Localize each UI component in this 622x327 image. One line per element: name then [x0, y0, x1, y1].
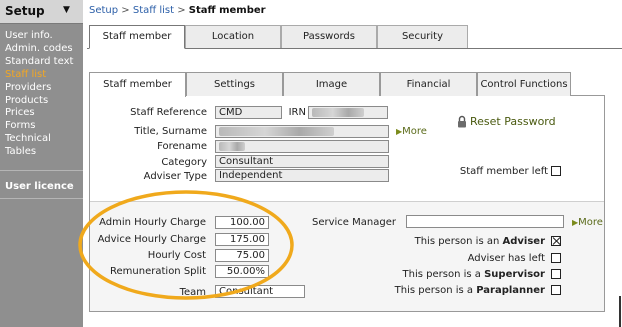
sidebar-item-providers[interactable]: Providers — [5, 82, 73, 95]
breadcrumb-separator: > — [118, 5, 133, 16]
adviser-type-select[interactable]: Independent — [215, 169, 389, 182]
supervisor-role-name: Supervisor — [484, 269, 545, 280]
adviser-type-label: Adviser Type — [143, 171, 207, 182]
adviser-role-name: Adviser — [502, 236, 545, 247]
sidebar-item-prices[interactable]: Prices — [5, 107, 73, 120]
sidebar-item-staff-list[interactable]: Staff list — [5, 69, 73, 82]
subtab-staff-member[interactable]: Staff member — [89, 72, 186, 97]
sidebar-item-tables[interactable]: Tables — [5, 146, 73, 159]
advice-hourly-charge-field[interactable]: 175.00 — [215, 233, 269, 246]
paraplanner-checkbox[interactable] — [551, 285, 561, 295]
forename-field[interactable] — [215, 140, 389, 153]
redacted-value — [312, 108, 364, 117]
supervisor-role-prefix: This person is a — [402, 269, 485, 280]
breadcrumb-setup-link[interactable]: Setup — [89, 5, 118, 16]
tab-passwords[interactable]: Passwords — [281, 25, 377, 48]
sidebar-item-standard-text[interactable]: Standard text — [5, 56, 73, 69]
tab-security[interactable]: Security — [377, 25, 468, 48]
team-label: Team — [179, 287, 206, 298]
title-surname-field[interactable] — [215, 125, 389, 138]
subtab-settings[interactable]: Settings — [186, 72, 283, 96]
staff-reference-field[interactable]: CMD — [215, 106, 282, 119]
staff-reference-label: Staff Reference — [130, 107, 207, 118]
irn-label: IRN — [288, 107, 306, 118]
redacted-value — [219, 127, 334, 136]
service-manager-more-link[interactable]: ▶More — [572, 217, 603, 228]
category-select[interactable]: Consultant — [215, 155, 389, 168]
service-manager-field[interactable] — [406, 215, 564, 228]
sidebar-item-user-licence[interactable]: User licence — [5, 181, 74, 192]
supervisor-checkbox[interactable] — [551, 269, 561, 279]
sidebar: Setup ▼ User info. Admin. codes Standard… — [0, 0, 83, 327]
adviser-checkbox[interactable] — [551, 236, 561, 246]
subtab-control-functions[interactable]: Control Functions — [477, 72, 571, 96]
remuneration-split-label: Remuneration Split — [110, 266, 206, 277]
sidebar-title: Setup — [5, 4, 45, 18]
sidebar-item-user-info[interactable]: User info. — [5, 30, 73, 43]
category-label: Category — [161, 157, 207, 168]
sidebar-item-forms[interactable]: Forms — [5, 120, 73, 133]
more-label: More — [402, 126, 427, 137]
irn-field[interactable] — [308, 106, 388, 119]
chevron-down-icon[interactable]: ▼ — [63, 5, 70, 15]
sidebar-header[interactable]: Setup ▼ — [0, 0, 83, 24]
forename-label: Forename — [157, 141, 207, 152]
sidebar-item-admin-codes[interactable]: Admin. codes — [5, 43, 73, 56]
tab-staff-member[interactable]: Staff member — [89, 25, 185, 49]
adviser-has-left-label: Adviser has left — [467, 253, 545, 264]
tab-location[interactable]: Location — [185, 25, 281, 48]
staff-member-left-checkbox[interactable] — [551, 166, 561, 176]
breadcrumb-staff-list-link[interactable]: Staff list — [133, 5, 174, 16]
breadcrumb: Setup > Staff list > Staff member — [89, 5, 266, 16]
more-link[interactable]: ▶More — [396, 126, 427, 137]
admin-hourly-charge-field[interactable]: 100.00 — [215, 216, 269, 229]
subtab-financial[interactable]: Financial — [380, 72, 477, 96]
lock-icon — [458, 115, 466, 128]
paraplanner-role-name: Paraplanner — [476, 285, 545, 296]
service-manager-label: Service Manager — [312, 217, 396, 228]
sidebar-item-technical[interactable]: Technical — [5, 133, 73, 146]
title-surname-label: Title, Surname — [134, 126, 207, 137]
redacted-value — [219, 142, 245, 151]
advice-hourly-charge-label: Advice Hourly Charge — [97, 234, 206, 245]
adviser-role-label: This person is an Adviser — [390, 236, 545, 247]
remuneration-split-field[interactable]: 50.00% — [215, 265, 269, 278]
adviser-has-left-checkbox[interactable] — [551, 253, 561, 263]
subtab-image[interactable]: Image — [283, 72, 380, 96]
supervisor-role-label: This person is a Supervisor — [380, 269, 545, 280]
reset-password-link[interactable]: Reset Password — [470, 115, 556, 128]
paraplanner-role-label: This person is a Paraplanner — [380, 285, 545, 296]
breadcrumb-current: Staff member — [188, 5, 266, 16]
sidebar-item-products[interactable]: Products — [5, 95, 73, 108]
sidebar-divider — [0, 198, 83, 199]
team-select[interactable]: Consultant — [215, 285, 305, 298]
adviser-role-prefix: This person is an — [414, 236, 503, 247]
paraplanner-role-prefix: This person is a — [394, 285, 477, 296]
window-edge — [619, 296, 621, 327]
admin-hourly-charge-label: Admin Hourly Charge — [99, 217, 206, 228]
sidebar-menu: User info. Admin. codes Standard text St… — [5, 30, 73, 159]
hourly-cost-label: Hourly Cost — [147, 250, 206, 261]
more-label: More — [578, 217, 603, 228]
sidebar-divider — [0, 170, 83, 171]
staff-member-left-label: Staff member left — [459, 166, 548, 177]
breadcrumb-separator: > — [174, 5, 189, 16]
hourly-cost-field[interactable]: 75.00 — [215, 249, 269, 262]
